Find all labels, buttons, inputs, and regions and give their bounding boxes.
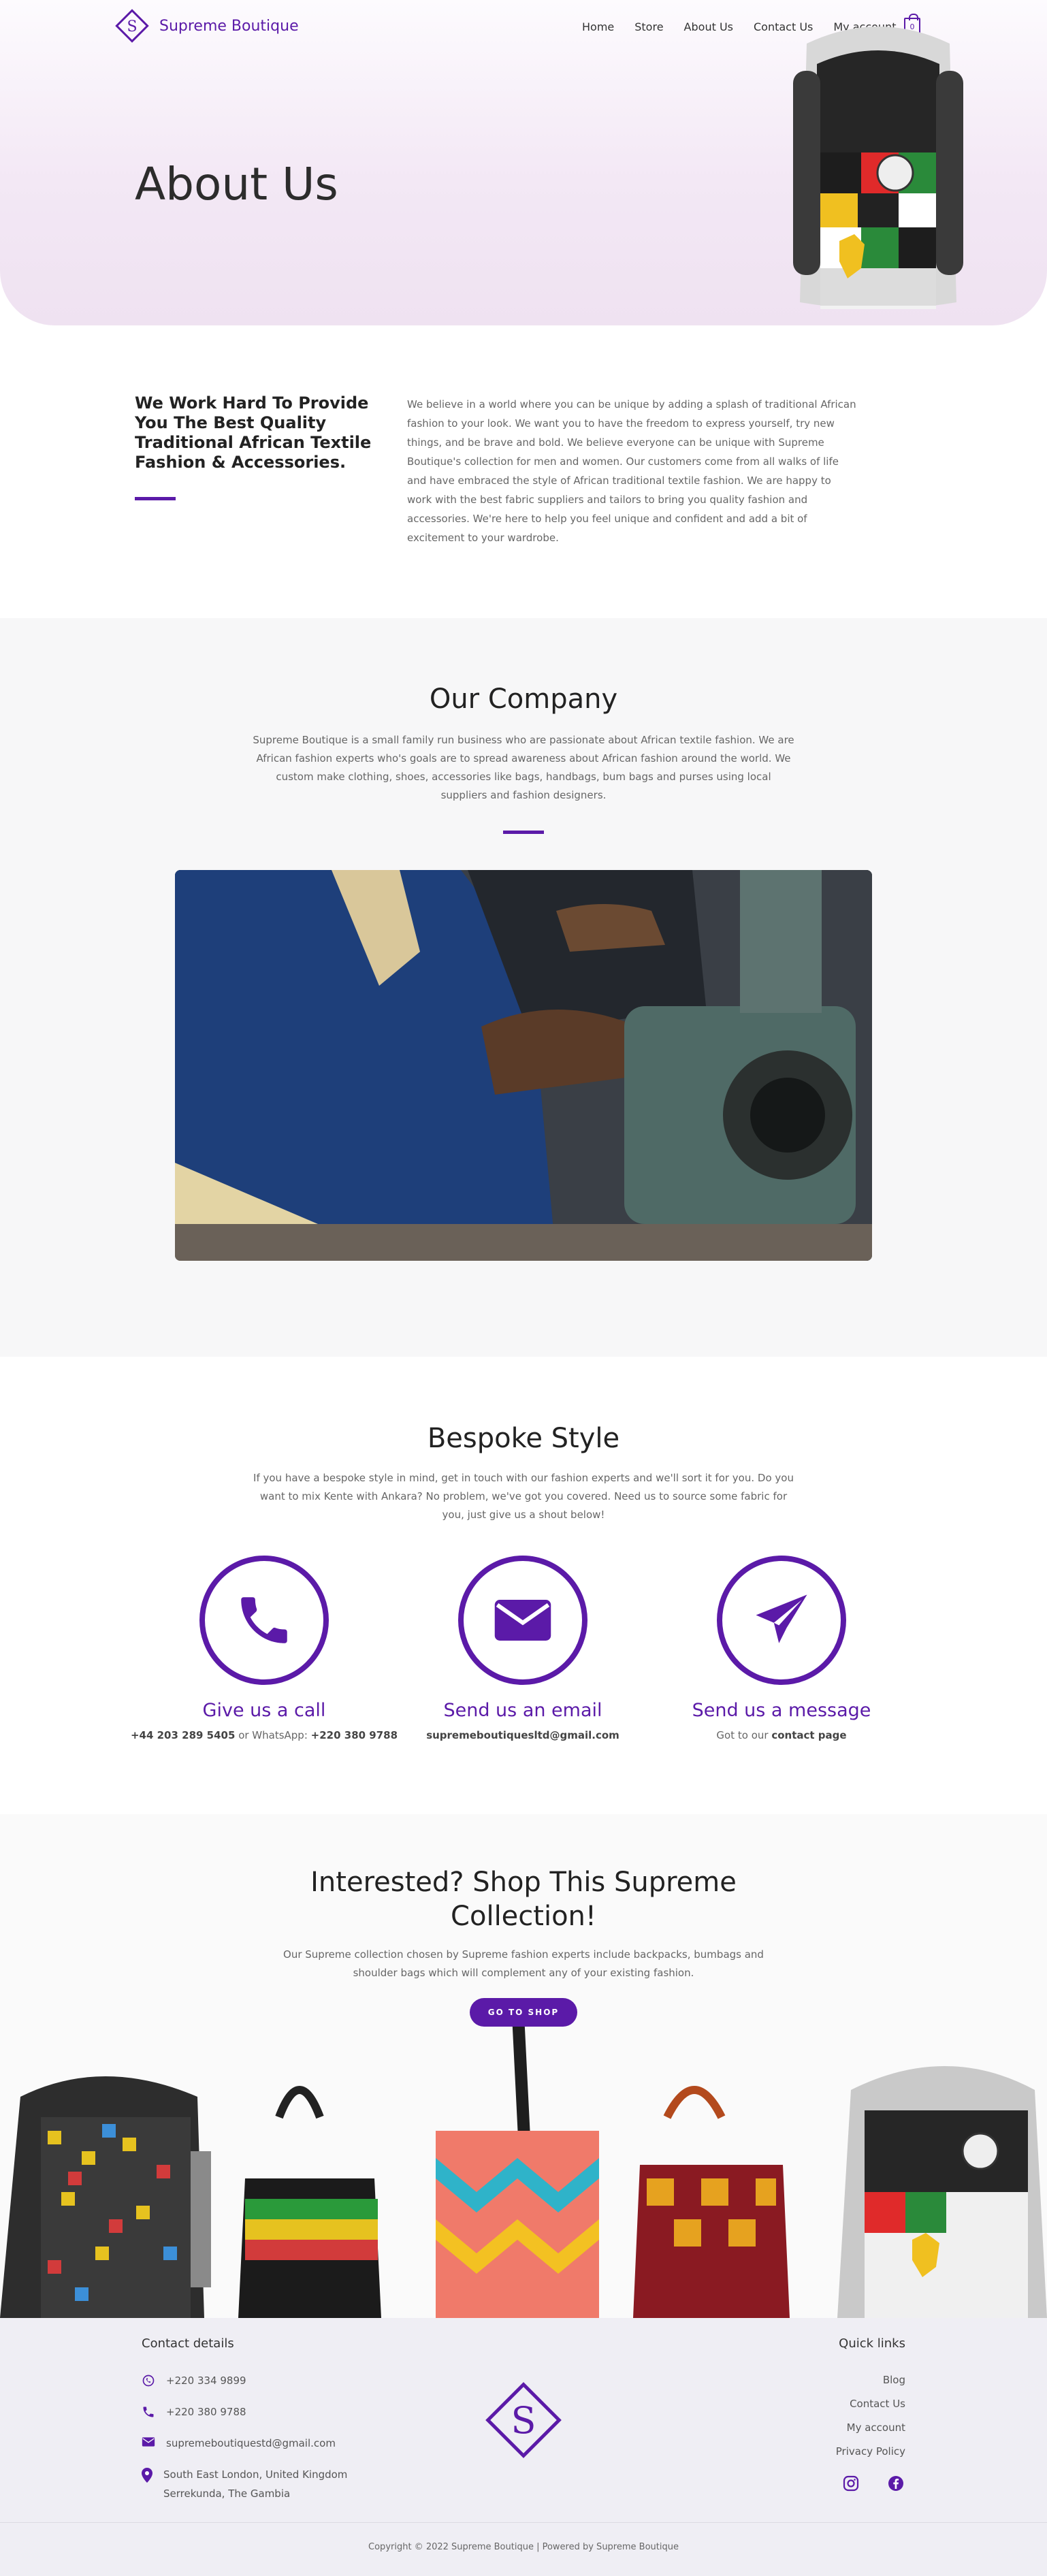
address-line1: South East London, United Kingdom <box>163 2468 348 2481</box>
call-title: Give us a call <box>202 1700 326 1721</box>
footer-divider <box>0 2522 1047 2523</box>
footer-link-privacy-policy[interactable]: Privacy Policy <box>836 2445 905 2458</box>
footer-logo[interactable]: S <box>478 2374 569 2466</box>
intro-accent-bar <box>135 497 176 500</box>
call-mid: or WhatsApp: <box>235 1729 311 1741</box>
footer-phone1[interactable]: +220 334 9899 <box>142 2371 246 2390</box>
contact-page-link[interactable]: contact page <box>771 1729 846 1741</box>
page-title: About Us <box>135 158 338 210</box>
instagram-icon[interactable] <box>843 2475 859 2492</box>
hero-section: S Supreme Boutique Home Store About Us C… <box>0 0 1047 325</box>
shop-title-line1: Interested? Shop This Supreme <box>310 1867 737 1898</box>
phone-icon <box>143 2406 154 2417</box>
svg-text:S: S <box>511 2399 536 2442</box>
footer-address-text: South East London, United Kingdom Serreku… <box>163 2465 347 2503</box>
footer-phone2-text: +220 380 9788 <box>166 2406 246 2418</box>
backpack-image <box>793 27 963 309</box>
quick-links-heading: Quick links <box>839 2336 905 2351</box>
sewing-photo <box>175 870 872 1261</box>
call-text: +44 203 289 5405 or WhatsApp: +220 380 9… <box>121 1729 407 1741</box>
message-circle[interactable] <box>717 1556 846 1685</box>
message-title: Send us a message <box>692 1700 871 1721</box>
envelope-icon <box>142 2437 155 2447</box>
email-title: Send us an email <box>443 1700 602 1721</box>
address-line2: Serrekunda, The Gambia <box>163 2488 291 2500</box>
shop-text: Our Supreme collection chosen by Supreme… <box>283 1948 764 1979</box>
shop-title: Interested? Shop This Supreme Collection… <box>0 1865 1047 1933</box>
whatsapp-icon <box>142 2374 155 2387</box>
bespoke-title: Bespoke Style <box>427 1423 620 1454</box>
message-text: Got to our contact page <box>639 1729 924 1741</box>
envelope-icon <box>494 1600 551 1641</box>
nav-about-us[interactable]: About Us <box>684 20 733 33</box>
call-circle[interactable] <box>199 1556 329 1685</box>
footer-email[interactable]: supremeboutiquestd@gmail.com <box>142 2434 336 2453</box>
bespoke-text: If you have a bespoke style in mind, get… <box>253 1472 794 1521</box>
nav-home[interactable]: Home <box>582 20 614 33</box>
footer-link-my-account[interactable]: My account <box>847 2421 905 2434</box>
footer-phone2[interactable]: +220 380 9788 <box>142 2402 246 2421</box>
site-logo[interactable]: S Supreme Boutique <box>114 8 299 44</box>
shop-title-line2: Collection! <box>451 1901 596 1932</box>
map-pin-icon <box>142 2468 152 2483</box>
footer-phone1-text: +220 334 9899 <box>166 2374 246 2387</box>
company-text: Supreme Boutique is a small family run b… <box>253 734 794 801</box>
footer-email-text: supremeboutiquestd@gmail.com <box>166 2437 336 2449</box>
logo-text: Supreme Boutique <box>159 17 299 35</box>
tailor-sewing-image <box>175 870 872 1261</box>
go-to-shop-button[interactable]: GO TO SHOP <box>470 1998 577 2027</box>
bags-collection-image <box>0 2015 1047 2318</box>
svg-text:S: S <box>127 18 137 35</box>
footer-link-contact-us[interactable]: Contact Us <box>850 2398 905 2410</box>
phone-icon <box>241 1597 287 1643</box>
contact-details-heading: Contact details <box>142 2336 234 2351</box>
copyright-text: Copyright © 2022 Supreme Boutique | Powe… <box>368 2542 679 2552</box>
message-pre: Got to our <box>716 1729 772 1741</box>
intro-text: We believe in a world where you can be u… <box>407 398 856 544</box>
facebook-icon[interactable] <box>888 2475 904 2492</box>
email-link[interactable]: supremeboutiquesltd@gmail.com <box>426 1729 619 1741</box>
logo-diamond-icon: S <box>115 9 149 43</box>
footer-address: South East London, United Kingdom Serreku… <box>142 2465 347 2503</box>
uk-phone[interactable]: +44 203 289 5405 <box>131 1729 235 1741</box>
company-accent-bar <box>503 831 544 834</box>
email-text: supremeboutiquesltd@gmail.com <box>380 1729 666 1741</box>
footer-link-blog[interactable]: Blog <box>883 2374 905 2386</box>
nav-store[interactable]: Store <box>634 20 663 33</box>
paper-plane-icon <box>756 1594 807 1643</box>
intro-heading: We Work Hard To Provide You The Best Qua… <box>135 393 372 472</box>
email-circle[interactable] <box>458 1556 587 1685</box>
company-title: Our Company <box>429 683 618 715</box>
